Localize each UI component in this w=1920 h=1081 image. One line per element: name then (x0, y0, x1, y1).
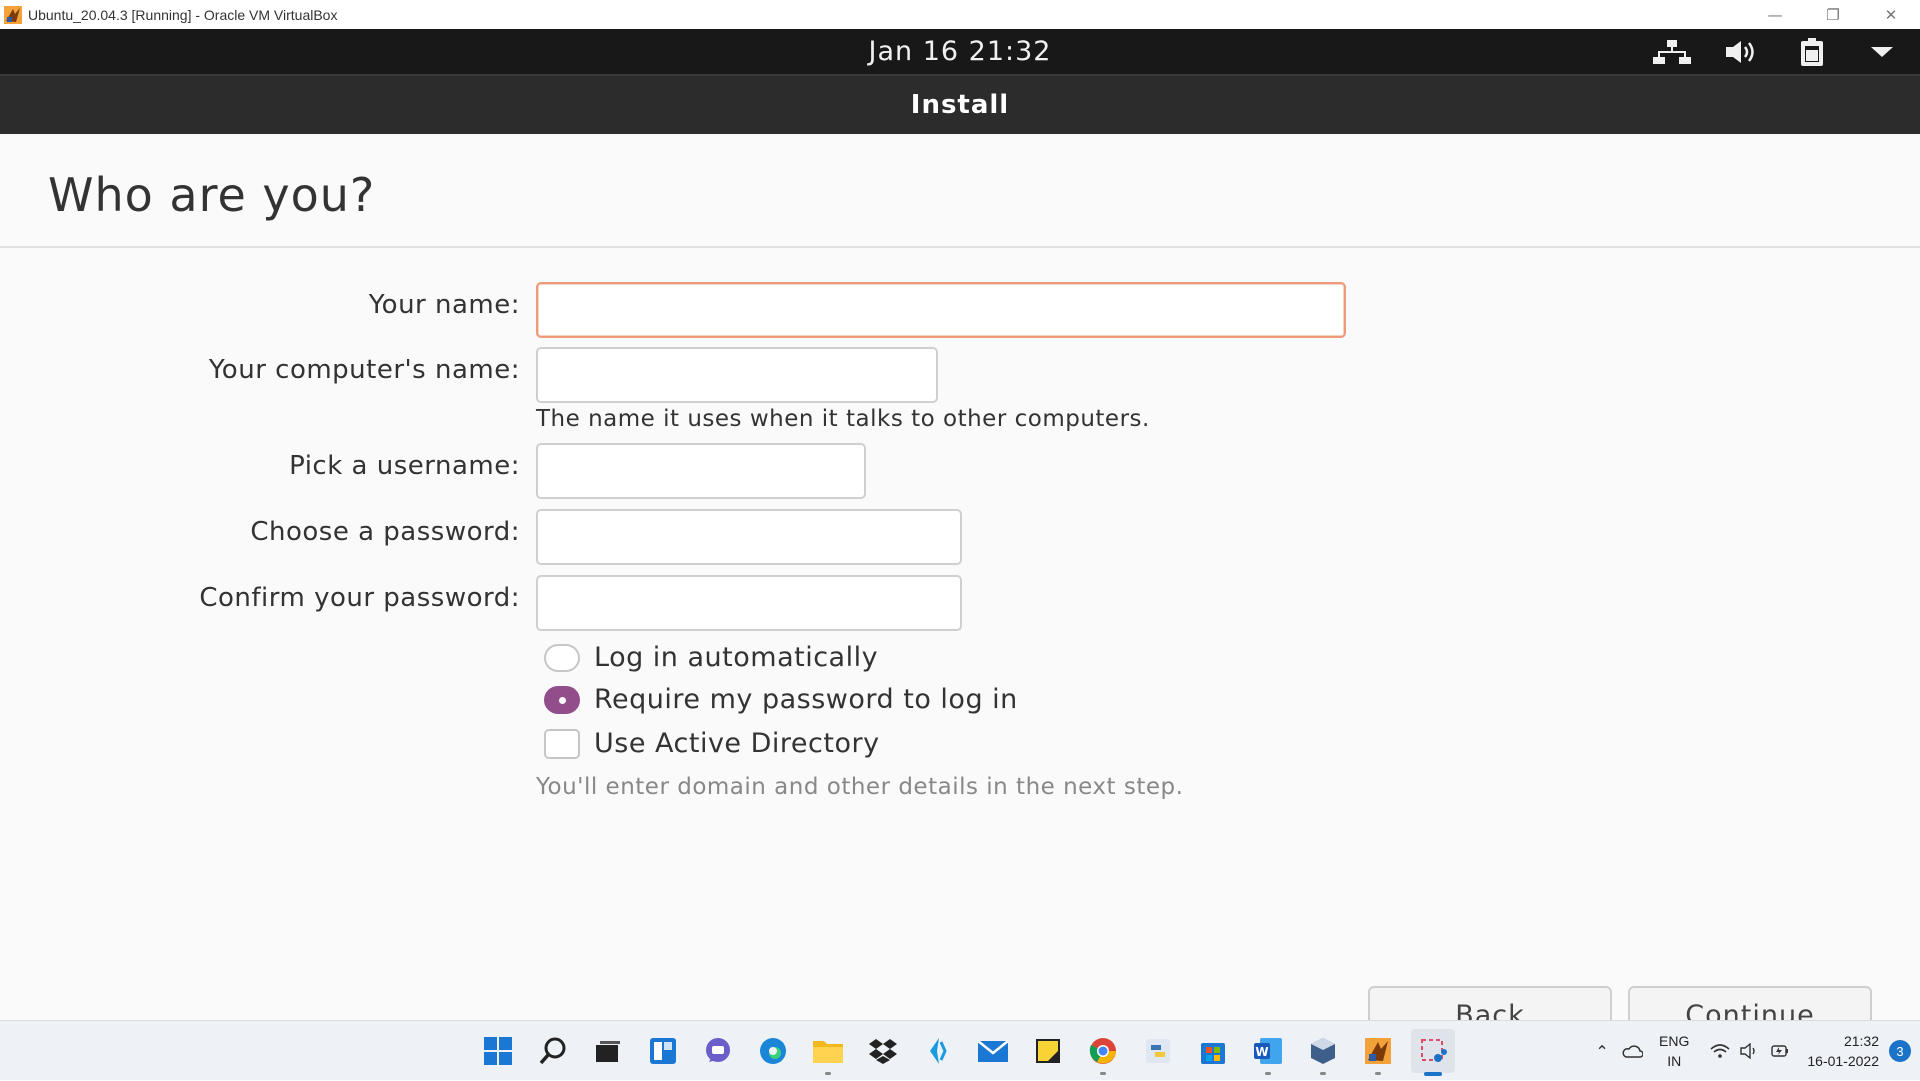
username-input[interactable] (536, 443, 866, 499)
password-input[interactable] (536, 509, 962, 565)
vscode-icon[interactable] (916, 1029, 960, 1073)
widgets-icon[interactable] (641, 1029, 685, 1073)
require-password-label[interactable]: Require my password to log in (594, 684, 1018, 715)
installer-header: Install (0, 74, 1920, 134)
your-name-input[interactable] (536, 282, 1346, 338)
host-window-titlebar: Ubuntu_20.04.3 [Running] - Oracle VM Vir… (0, 0, 1920, 29)
python-icon[interactable] (1136, 1029, 1180, 1073)
close-icon[interactable]: ✕ (1862, 0, 1920, 29)
language-line-1: ENG (1659, 1033, 1690, 1049)
active-directory-hint: You'll enter domain and other details in… (536, 774, 1184, 800)
taskbar-date: 16-01-2022 (1807, 1053, 1879, 1069)
volume-icon[interactable] (1722, 36, 1762, 68)
chrome-icon[interactable] (1081, 1029, 1125, 1075)
store-icon[interactable] (1191, 1029, 1235, 1073)
virtualbox-icon[interactable] (1356, 1029, 1400, 1075)
login-automatically-option[interactable]: Log in automatically (544, 642, 878, 673)
dropbox-icon[interactable] (861, 1029, 905, 1073)
password-label: Choose a password: (250, 517, 520, 547)
windows-start-icon[interactable] (476, 1029, 520, 1073)
computer-name-label: Your computer's name: (208, 355, 520, 385)
host-window-title: Ubuntu_20.04.3 [Running] - Oracle VM Vir… (28, 6, 338, 23)
require-password-radio[interactable] (544, 685, 580, 714)
mail-icon[interactable] (971, 1029, 1015, 1073)
restore-icon[interactable]: ❐ (1804, 0, 1862, 29)
teams-chat-icon[interactable] (696, 1029, 740, 1073)
your-name-label: Your name: (368, 290, 520, 320)
network-icon[interactable] (1652, 36, 1692, 68)
ubuntu-top-bar: Jan 16 21:32 (0, 29, 1920, 74)
battery-icon[interactable] (1792, 36, 1832, 68)
speaker-icon[interactable] (1735, 1043, 1765, 1059)
clock[interactable]: Jan 16 21:32 (0, 36, 1920, 67)
task-view-icon[interactable] (586, 1029, 630, 1073)
file-explorer-icon[interactable] (806, 1029, 850, 1075)
active-directory-option[interactable]: Use Active Directory (544, 728, 880, 759)
installer-title: Install (910, 90, 1010, 120)
username-label: Pick a username: (289, 451, 520, 481)
login-automatically-radio[interactable] (544, 643, 580, 672)
virtualbox-icon (3, 5, 23, 25)
minimize-icon[interactable]: — (1746, 0, 1804, 29)
confirm-password-input[interactable] (536, 575, 962, 631)
language-indicator[interactable]: ENG IN (1659, 1031, 1689, 1071)
title-divider (0, 246, 1920, 248)
require-password-option[interactable]: Require my password to log in (544, 684, 1018, 715)
word-icon[interactable]: W (1246, 1029, 1290, 1075)
language-line-2: IN (1667, 1053, 1682, 1069)
menu-arrow-icon[interactable] (1862, 36, 1902, 68)
onedrive-icon[interactable] (1617, 1043, 1647, 1059)
computer-name-input[interactable] (536, 347, 938, 403)
sticky-notes-icon[interactable] (1026, 1029, 1070, 1073)
taskbar-datetime[interactable]: 21:32 16-01-2022 (1807, 1031, 1879, 1071)
login-automatically-label[interactable]: Log in automatically (594, 642, 878, 673)
snipping-tool-icon[interactable] (1411, 1029, 1455, 1076)
notification-badge[interactable]: 3 (1889, 1040, 1911, 1062)
confirm-password-label: Confirm your password: (199, 583, 520, 613)
edge-icon[interactable] (751, 1029, 795, 1073)
virtualbox-vm-icon[interactable] (1301, 1029, 1345, 1075)
active-directory-label[interactable]: Use Active Directory (594, 728, 880, 759)
computer-name-hint: The name it uses when it talks to other … (536, 406, 1150, 432)
wifi-icon[interactable] (1705, 1043, 1735, 1059)
installer-content: Who are you? Your name: Your computer's … (0, 134, 1920, 1046)
active-directory-checkbox[interactable] (544, 728, 580, 759)
page-title: Who are you? (48, 168, 376, 222)
search-icon[interactable] (531, 1029, 575, 1073)
windows-taskbar: W ⌃ ENG IN 21:32 16-01-2022 3 (0, 1020, 1920, 1080)
taskbar-time: 21:32 (1843, 1033, 1879, 1049)
svg-text:W: W (1255, 1045, 1268, 1059)
chevron-up-icon[interactable]: ⌃ (1587, 1042, 1617, 1061)
battery-icon[interactable] (1765, 1043, 1795, 1059)
